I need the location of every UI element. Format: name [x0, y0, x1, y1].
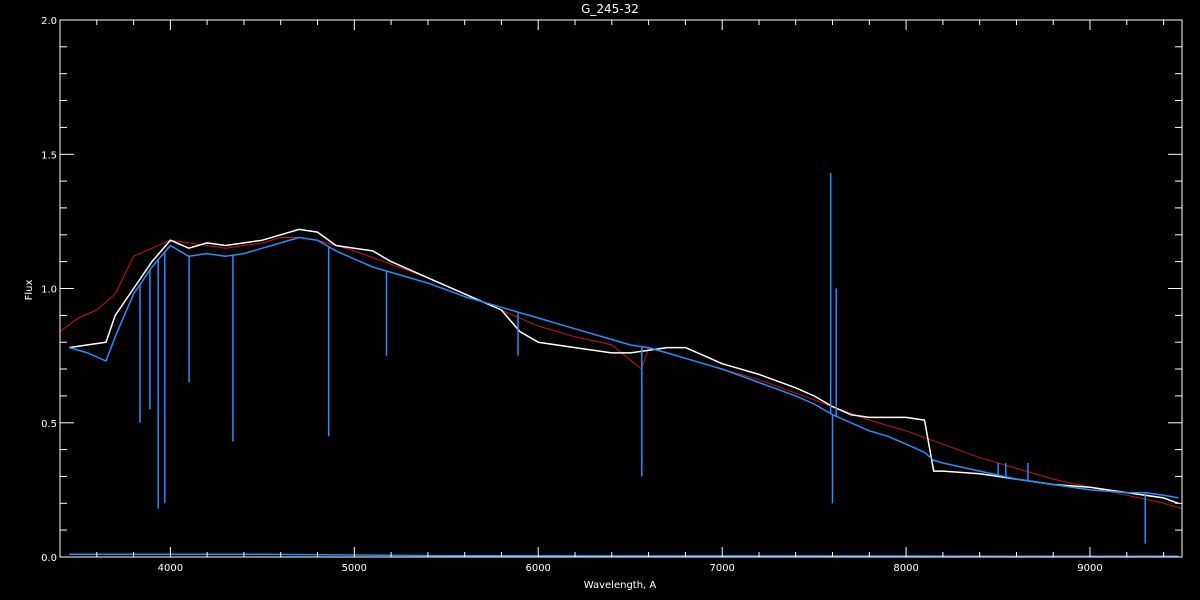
x-tick-label: 8000	[893, 563, 918, 574]
chart-background	[0, 0, 1200, 600]
spectrum-chart: G_245-32 4000 5000 6000 7000 8000 9000 0.0 0.5…	[0, 0, 1200, 600]
x-tick-label: 7000	[709, 563, 734, 574]
chart-title: G_245-32	[581, 2, 639, 16]
y-tick-label: 1.0	[41, 285, 57, 296]
x-tick-label: 5000	[342, 563, 367, 574]
y-axis-label: Flux	[24, 280, 35, 301]
x-tick-label: 6000	[525, 563, 550, 574]
y-tick-label: 2.0	[41, 16, 57, 27]
y-tick-label: 1.5	[41, 150, 57, 161]
x-axis-label: Wavelength, A	[584, 580, 657, 591]
x-tick-label: 4000	[158, 563, 183, 574]
y-tick-label: 0.5	[41, 419, 57, 430]
y-tick-label: 0.0	[41, 553, 57, 564]
x-tick-label: 9000	[1077, 563, 1102, 574]
plot-canvas: G_245-32 4000 5000 6000 7000 8000 9000 0.0 0.5…	[0, 0, 1200, 600]
